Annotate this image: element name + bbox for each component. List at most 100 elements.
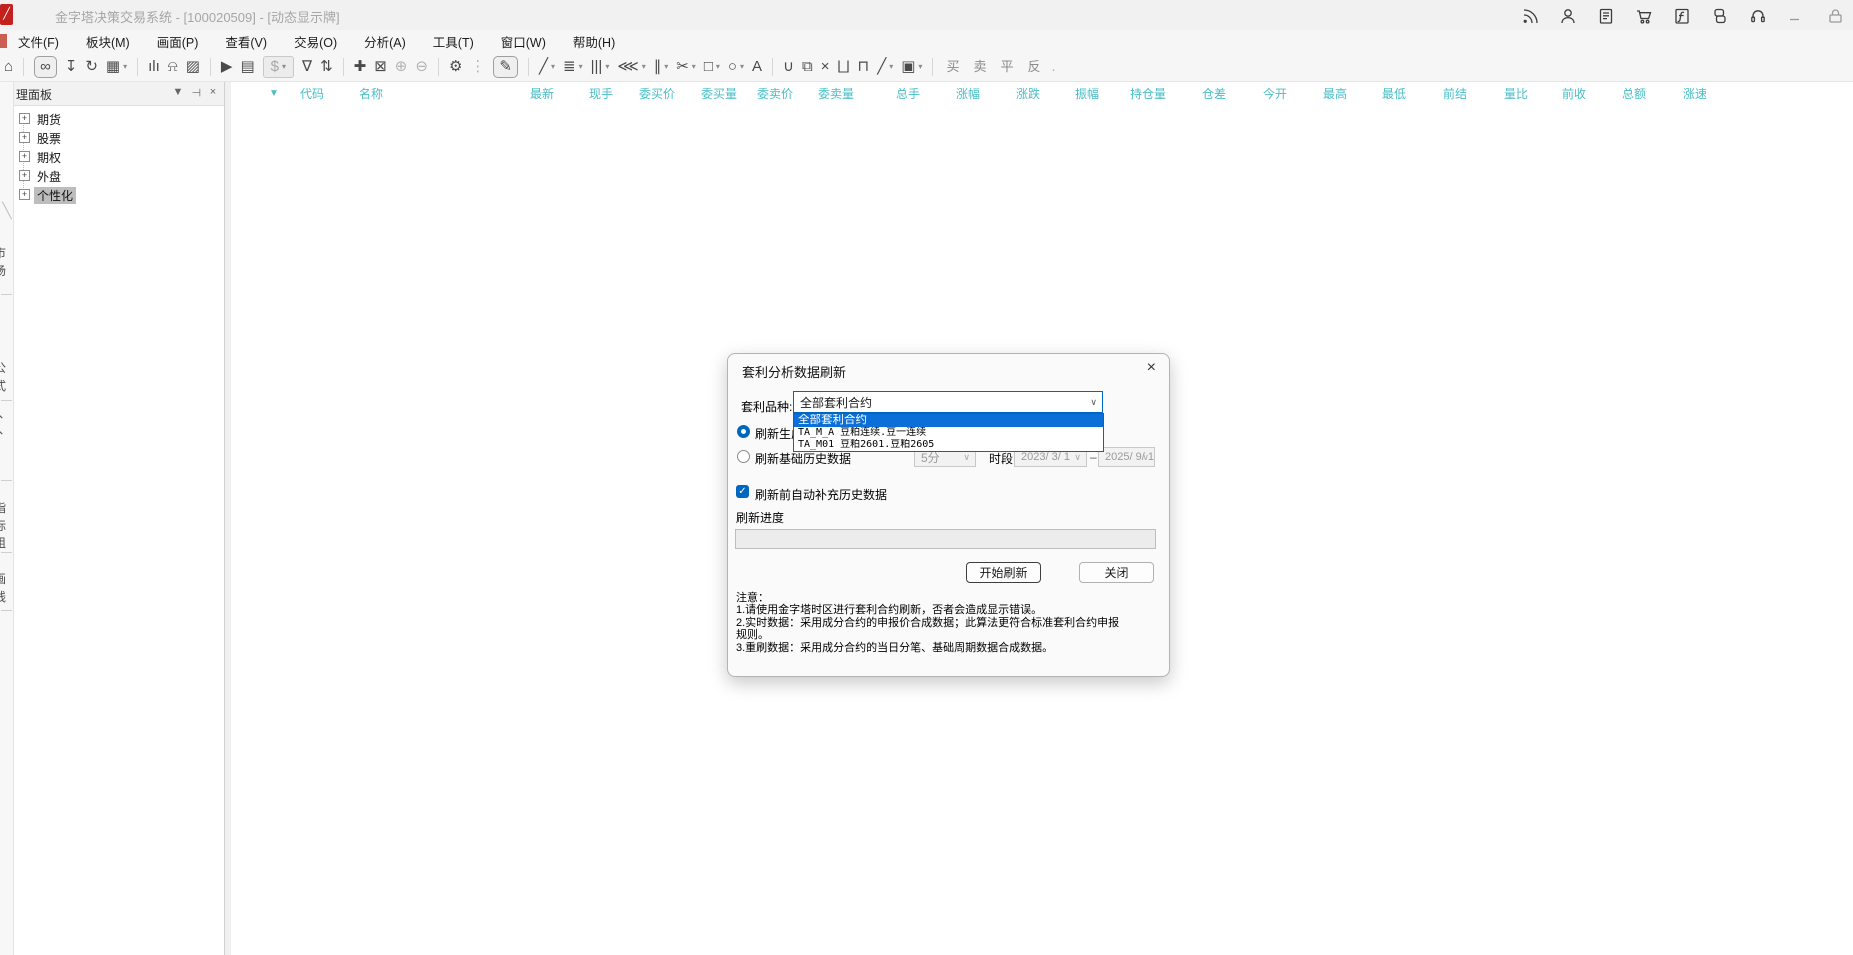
expand-plus-icon[interactable]: + xyxy=(19,151,30,162)
save-icon[interactable]: ▣▾ xyxy=(901,57,922,77)
column-header[interactable]: 涨幅 xyxy=(956,85,980,102)
zoom-in-icon[interactable]: ⊕▾ xyxy=(395,57,408,77)
tree-item[interactable]: + 股票 xyxy=(14,129,224,148)
text-tool-icon[interactable]: A▾ xyxy=(752,57,762,77)
docked-tab-label[interactable]: 组 xyxy=(0,534,14,551)
menu-item[interactable]: 分析(A) xyxy=(364,32,406,51)
column-header[interactable]: 委卖价 xyxy=(757,85,793,102)
docked-tab-label[interactable]: 场 xyxy=(0,262,14,279)
expand-plus-icon[interactable]: + xyxy=(19,113,30,124)
menu-item[interactable]: 文件(F) xyxy=(18,32,59,51)
copy-icon[interactable]: ⧉▾ xyxy=(802,57,813,77)
vertical-lines-icon[interactable]: |||▾ xyxy=(591,57,610,77)
column-header[interactable]: 代码 xyxy=(300,85,324,102)
minimize-icon[interactable] xyxy=(1777,5,1815,27)
user-icon[interactable] xyxy=(1549,5,1587,27)
delete-icon[interactable]: ×▾ xyxy=(821,57,830,77)
dropdown-option[interactable]: TA_M01 豆粕2601.豆粕2605 xyxy=(794,439,1103,451)
chart-box-icon[interactable]: ▨▾ xyxy=(186,57,200,77)
more-dots-icon[interactable]: ⋮▾ xyxy=(470,57,485,77)
docked-tab-label[interactable]: 线 xyxy=(0,588,14,605)
menu-item[interactable]: 查看(V) xyxy=(225,32,267,51)
dialog-close-icon[interactable]: × xyxy=(1147,359,1156,377)
magnet-icon[interactable]: ∪▾ xyxy=(783,57,794,77)
channel-lines-icon[interactable]: ∥▾ xyxy=(654,57,669,77)
close-button[interactable]: 关闭 xyxy=(1079,562,1154,583)
menu-item[interactable]: 工具(T) xyxy=(433,32,474,51)
docked-tab-label[interactable]: 丶 xyxy=(0,424,14,441)
rss-icon[interactable] xyxy=(1511,5,1549,27)
docked-tab-label[interactable]: 丶 xyxy=(0,408,14,425)
flat-label[interactable]: 平▾ xyxy=(1000,57,1013,77)
pencil-icon[interactable]: ╱▾ xyxy=(877,57,893,77)
alert-bell-icon[interactable]: ⍾▾ xyxy=(168,57,178,77)
docked-tab-label[interactable]: 画 xyxy=(0,570,14,587)
docked-tab-label[interactable]: 式 xyxy=(0,377,14,394)
sort-icon[interactable]: ⇅▾ xyxy=(320,57,333,77)
column-header[interactable]: 总手 xyxy=(896,85,920,102)
link-icon[interactable]: ∞▾ xyxy=(34,56,57,78)
refresh-generated-radio[interactable] xyxy=(737,425,750,438)
column-header[interactable]: 持仓量 xyxy=(1130,85,1166,102)
column-header[interactable]: 总额 xyxy=(1622,85,1646,102)
menu-item[interactable]: 板块(M) xyxy=(86,32,130,51)
download-icon[interactable]: ↧▾ xyxy=(65,57,78,77)
species-combobox[interactable]: 全部套利合约 ∨ xyxy=(793,391,1103,413)
column-header[interactable]: 仓差 xyxy=(1202,85,1226,102)
column-header[interactable]: 最高 xyxy=(1323,85,1347,102)
tree-item[interactable]: + 个性化 xyxy=(14,186,224,205)
fan-lines-icon[interactable]: ⋘▾ xyxy=(617,57,645,77)
menu-item[interactable]: 交易(O) xyxy=(294,32,337,51)
expand-plus-icon[interactable]: + xyxy=(19,132,30,143)
percent-lines-icon[interactable]: ≣▾ xyxy=(563,57,583,77)
column-header[interactable]: 量比 xyxy=(1504,85,1528,102)
docked-tab-label[interactable]: 标 xyxy=(0,517,14,534)
filter-funnel-icon[interactable]: ∇▾ xyxy=(302,57,312,77)
trash-icon[interactable]: ⨆▾ xyxy=(837,57,849,77)
docked-tab-label[interactable]: 市 xyxy=(0,244,14,261)
docked-tab-label[interactable]: 指 xyxy=(0,499,14,516)
docked-tab-label[interactable]: 公 xyxy=(0,359,14,376)
eraser-icon[interactable]: ✎▾ xyxy=(493,56,518,78)
column-header[interactable]: 涨跌 xyxy=(1016,85,1040,102)
menu-item[interactable]: 帮助(H) xyxy=(573,32,615,51)
python-icon[interactable] xyxy=(1701,5,1739,27)
cut-tool-icon[interactable]: ✂▾ xyxy=(676,57,696,77)
filter-arrow-icon[interactable]: ▼ xyxy=(269,88,279,99)
column-header[interactable]: 最新 xyxy=(530,85,554,102)
grid-layout-icon[interactable]: ▦▾ xyxy=(106,57,127,77)
report-icon[interactable]: ▤▾ xyxy=(240,57,254,77)
expand-plus-icon[interactable]: + xyxy=(19,170,30,181)
sell-label[interactable]: 卖▾ xyxy=(973,57,986,77)
formula-icon[interactable] xyxy=(1663,5,1701,27)
column-header[interactable]: 最低 xyxy=(1382,85,1406,102)
date-to-picker[interactable]: 2025/ 9/ 1 ∨ xyxy=(1098,447,1155,467)
tree-item[interactable]: + 期货 xyxy=(14,110,224,129)
column-header[interactable]: 委买价 xyxy=(639,85,675,102)
column-header[interactable]: 涨速 xyxy=(1683,85,1707,102)
buy-label[interactable]: 买▾ xyxy=(946,57,959,77)
dropdown-option[interactable]: 全部套利合约 xyxy=(794,414,1103,427)
column-header[interactable]: 委卖量 xyxy=(818,85,854,102)
trendline-icon[interactable]: ╱▾ xyxy=(539,57,555,77)
move-icon[interactable]: ✚▾ xyxy=(354,57,367,77)
home-icon[interactable]: ⌂▾ xyxy=(4,57,13,77)
start-refresh-button[interactable]: 开始刷新 xyxy=(966,562,1041,583)
ellipse-tool-icon[interactable]: ○▾ xyxy=(728,57,744,77)
column-header[interactable]: 现手 xyxy=(589,85,613,102)
dropdown-option[interactable]: TA_M_A 豆粕连续.豆一连续 xyxy=(794,427,1103,439)
settings-gear-icon[interactable]: ⚙▾ xyxy=(449,57,462,77)
tree-item[interactable]: + 期权 xyxy=(14,148,224,167)
play-icon[interactable]: ▶▾ xyxy=(221,57,233,77)
auto-backfill-checkbox[interactable]: ✓ xyxy=(736,485,749,498)
dollar-icon[interactable]: $▾ xyxy=(263,56,294,78)
tree-item[interactable]: + 外盘 xyxy=(14,167,224,186)
column-header[interactable]: 前结 xyxy=(1443,85,1467,102)
menu-item[interactable]: 画面(P) xyxy=(157,32,199,51)
menu-item[interactable]: 窗口(W) xyxy=(501,32,546,51)
trailing-dot[interactable]: .▾ xyxy=(1052,57,1056,77)
column-header[interactable]: 名称 xyxy=(359,85,383,102)
zoom-out-icon[interactable]: ⊖▾ xyxy=(415,57,428,77)
support-headset-icon[interactable] xyxy=(1739,5,1777,27)
column-header[interactable]: 前收 xyxy=(1562,85,1586,102)
